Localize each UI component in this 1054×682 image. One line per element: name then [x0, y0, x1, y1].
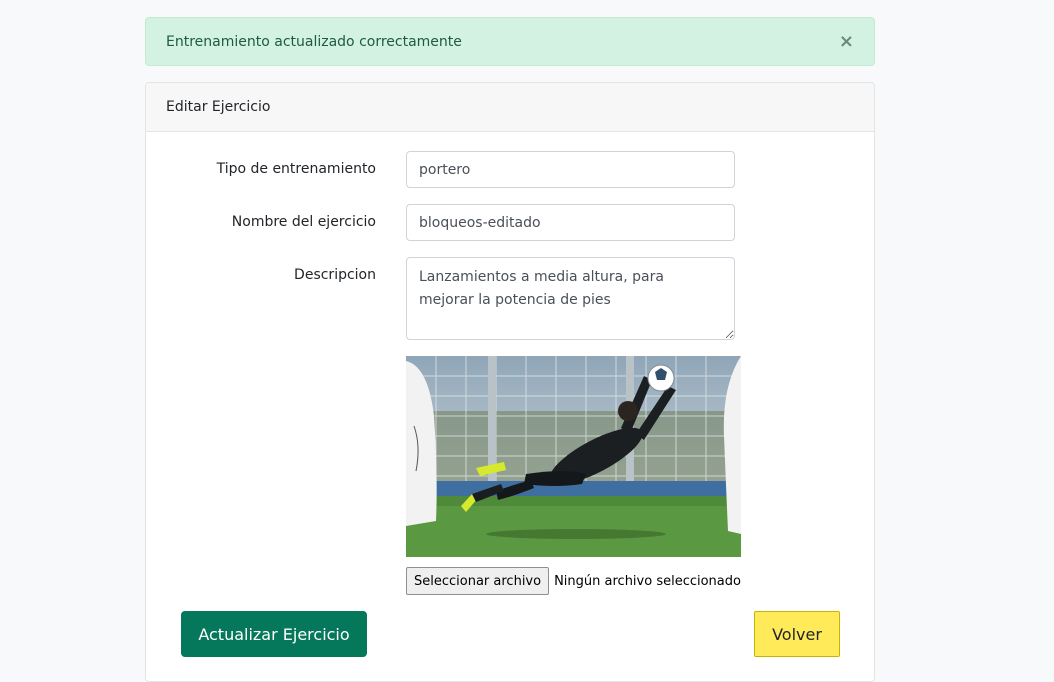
edit-exercise-card: Editar Ejercicio Tipo de entrenamiento N… — [145, 82, 875, 682]
success-alert: Entrenamiento actualizado correctamente … — [145, 17, 875, 66]
file-input-row: Seleccionar archivo Ningún archivo selec… — [406, 567, 741, 595]
alert-message: Entrenamiento actualizado correctamente — [166, 33, 462, 50]
file-status: Ningún archivo seleccionado — [554, 573, 741, 589]
update-exercise-button[interactable]: Actualizar Ejercicio — [181, 611, 367, 657]
card-header: Editar Ejercicio — [146, 83, 874, 132]
tipo-input[interactable] — [406, 151, 735, 188]
nombre-input[interactable] — [406, 204, 735, 241]
tipo-label: Tipo de entrenamiento — [216, 161, 376, 177]
exercise-image — [406, 356, 741, 557]
card-title: Editar Ejercicio — [166, 99, 271, 115]
close-icon[interactable]: × — [839, 32, 854, 51]
back-button[interactable]: Volver — [754, 611, 840, 657]
nombre-label: Nombre del ejercicio — [231, 214, 376, 230]
descripcion-label: Descripcion — [294, 267, 376, 283]
descripcion-textarea[interactable]: Lanzamientos a media altura, para mejora… — [406, 257, 735, 340]
select-file-button[interactable]: Seleccionar archivo — [406, 567, 550, 595]
